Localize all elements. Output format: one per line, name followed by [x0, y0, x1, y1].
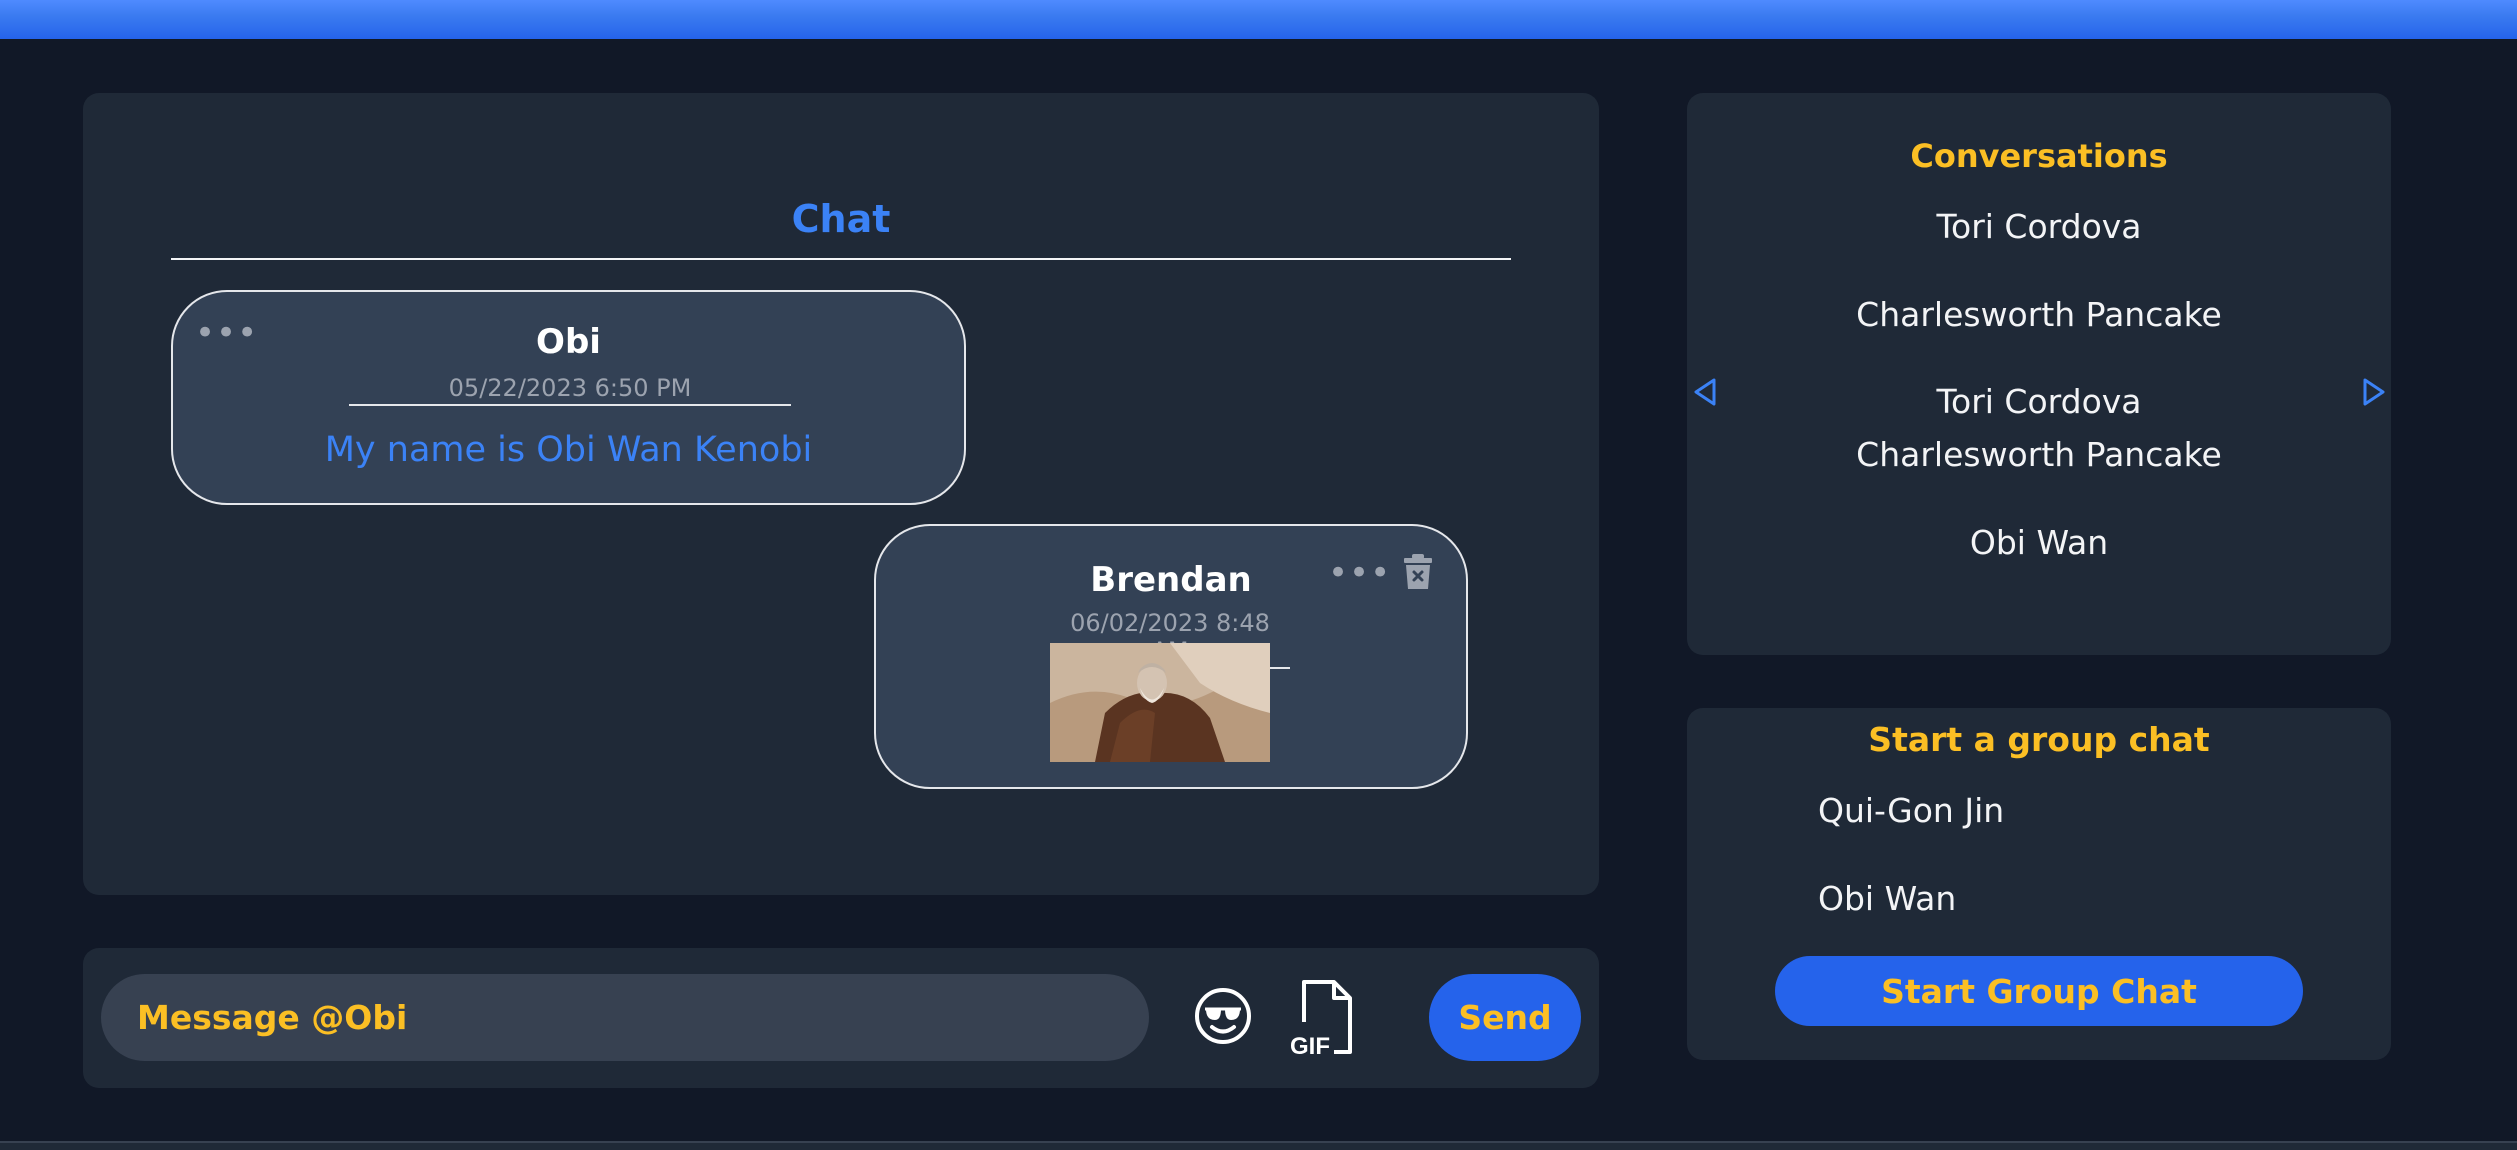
- conversation-item[interactable]: Obi Wan: [1687, 517, 2391, 569]
- message-bubble: ••• Obi 05/22/2023 6:50 PM My name is Ob…: [171, 290, 966, 505]
- message-text: My name is Obi Wan Kenobi: [324, 430, 813, 470]
- bottom-edge: [0, 1141, 2517, 1150]
- triangle-right-icon[interactable]: [2361, 377, 2387, 407]
- triangle-left-icon[interactable]: [1692, 377, 1718, 407]
- message-timestamp: 05/22/2023 6:50 PM: [349, 374, 791, 406]
- top-bar: [0, 0, 2517, 39]
- chat-divider: [171, 258, 1511, 260]
- conversation-item[interactable]: Charlesworth Pancake: [1687, 429, 2391, 481]
- group-user-item[interactable]: Obi Wan: [1818, 879, 1956, 918]
- more-options-icon[interactable]: •••: [1328, 556, 1391, 590]
- conversation-item[interactable]: Tori Cordova: [1687, 201, 2391, 253]
- message-composer: GIF Send: [83, 948, 1599, 1088]
- conversations-title: Conversations: [1910, 137, 2168, 175]
- start-group-chat-button[interactable]: Start Group Chat: [1775, 956, 2303, 1026]
- conversation-item[interactable]: Charlesworth Pancake: [1687, 289, 2391, 341]
- trash-icon[interactable]: [1402, 553, 1434, 591]
- gif-label: GIF: [1290, 1033, 1330, 1056]
- chat-panel: Chat ••• Obi 05/22/2023 6:50 PM My name …: [83, 93, 1599, 895]
- message-bubble: Brendan ••• 06/02/2023 8:48 AM: [874, 524, 1468, 789]
- conversations-panel: Conversations Tori Cordova Charlesworth …: [1687, 93, 2391, 655]
- chat-title: Chat: [791, 197, 891, 241]
- send-button[interactable]: Send: [1429, 974, 1581, 1061]
- group-user-item[interactable]: Qui-Gon Jin: [1818, 791, 2004, 830]
- sunglasses-emoji-icon[interactable]: [1193, 986, 1253, 1046]
- gif-file-icon[interactable]: GIF: [1290, 978, 1362, 1056]
- obi-wan-gif-image: [1050, 643, 1270, 762]
- message-sender: Obi: [536, 322, 601, 362]
- conversation-item[interactable]: Tori Cordova: [1687, 376, 2391, 428]
- group-chat-title: Start a group chat: [1868, 720, 2210, 759]
- message-input[interactable]: [101, 974, 1149, 1061]
- group-chat-panel: Start a group chat Qui-Gon Jin Obi Wan S…: [1687, 708, 2391, 1060]
